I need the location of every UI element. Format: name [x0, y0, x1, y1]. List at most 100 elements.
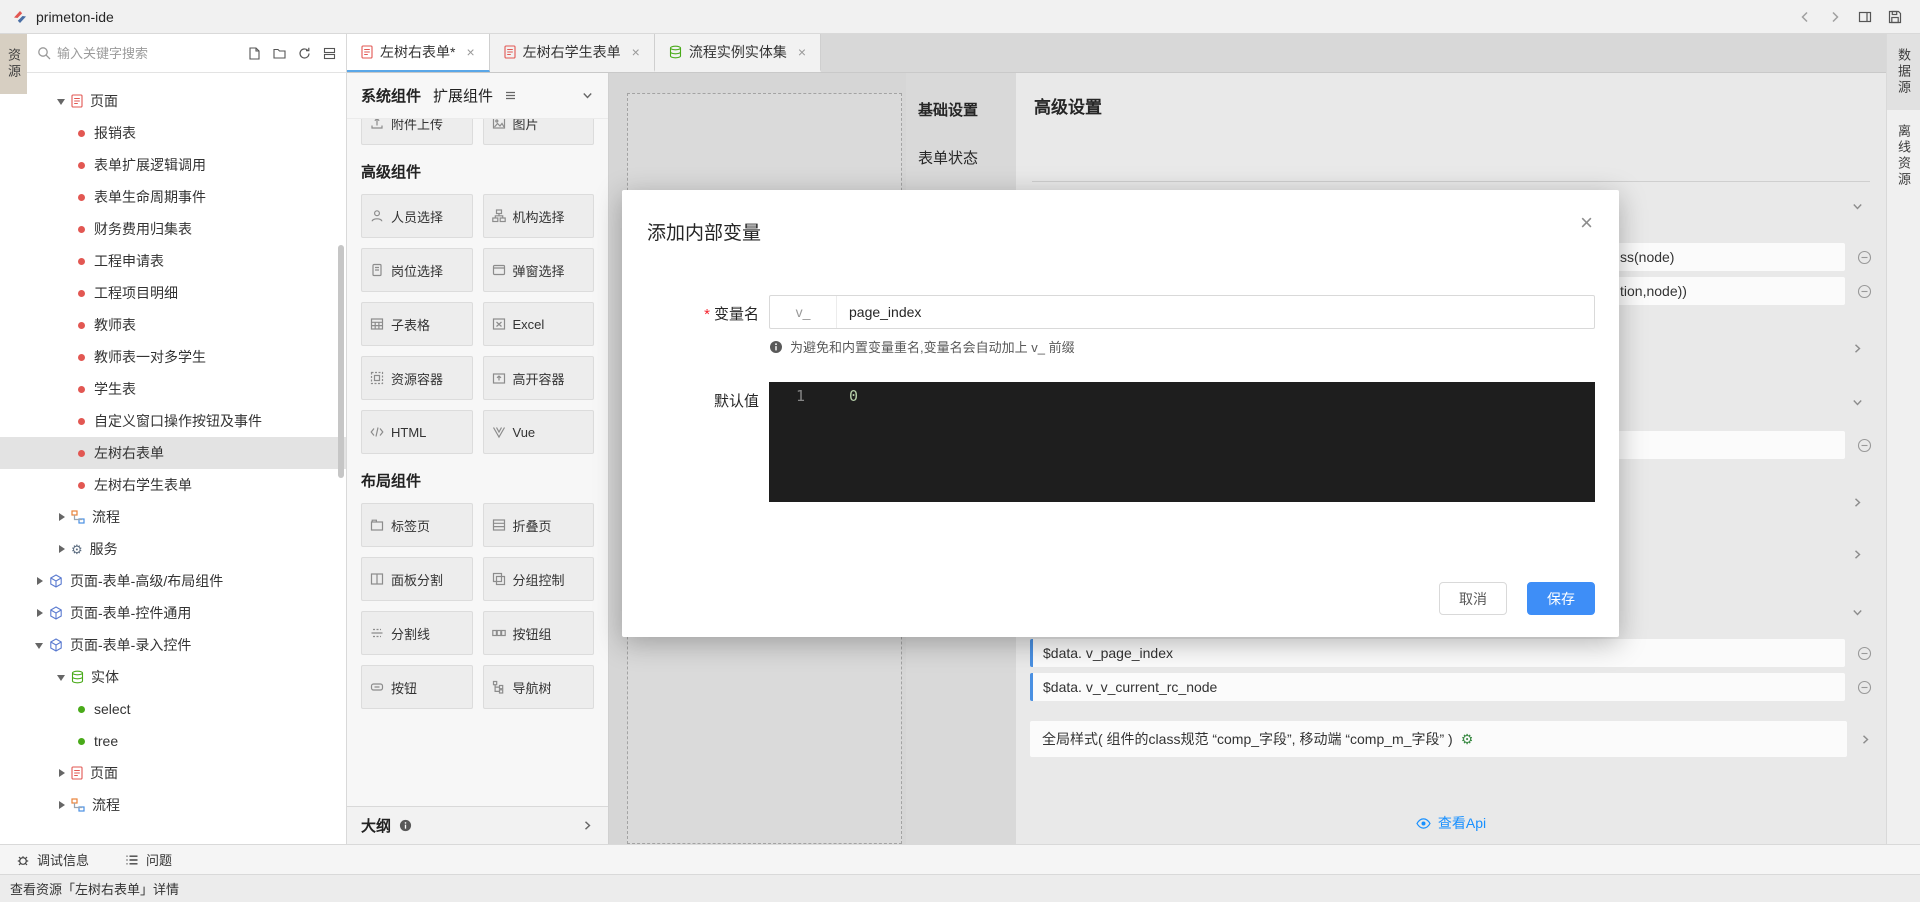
advanced-row[interactable]: $data. v_page_index — [1030, 639, 1872, 667]
component-tile[interactable]: 岗位选择 — [361, 248, 473, 292]
tree-item[interactable]: 教师表一对多学生 — [0, 341, 346, 373]
tree-item[interactable]: 左树右学生表单 — [0, 469, 346, 501]
component-tile[interactable]: 附件上传 — [361, 119, 473, 145]
tree-item[interactable]: 页面-表单-录入控件 — [0, 629, 346, 661]
close-icon[interactable]: × — [798, 44, 806, 60]
caret-right-icon[interactable] — [56, 768, 71, 778]
tab-system-components[interactable]: 系统组件 — [361, 85, 421, 106]
tree-item[interactable]: 报销表 — [0, 117, 346, 149]
new-folder-icon[interactable] — [273, 47, 286, 60]
editor-tab[interactable]: 左树右学生表单× — [490, 34, 655, 72]
tree-item[interactable]: 流程 — [0, 501, 346, 533]
close-icon[interactable]: × — [1580, 210, 1593, 236]
caret-right-icon[interactable] — [56, 512, 71, 522]
caret-down-icon[interactable] — [34, 640, 49, 650]
tree-item[interactable]: 页面 — [0, 757, 346, 789]
advanced-row[interactable]: 全局样式( 组件的class规范 “comp_字段”, 移动端 “comp_m_… — [1030, 721, 1872, 757]
menu-icon[interactable] — [505, 90, 516, 101]
tree-item[interactable]: tree — [0, 725, 346, 757]
collapse-all-icon[interactable] — [323, 47, 336, 60]
editor-content[interactable]: 0 — [819, 382, 858, 502]
caret-right-icon[interactable] — [56, 800, 71, 810]
tree-item[interactable]: 页面 — [0, 85, 346, 117]
debug-bar-tab[interactable]: 问题 — [125, 850, 172, 869]
component-tile[interactable]: 标签页 — [361, 503, 473, 547]
nav-forward-icon[interactable] — [1828, 10, 1842, 24]
caret-down-icon[interactable] — [56, 96, 71, 106]
left-rail-tab-resources[interactable]: 资源 — [0, 34, 27, 94]
close-icon[interactable]: × — [632, 44, 640, 60]
chevron-down-icon[interactable] — [581, 89, 594, 102]
right-rail-tab[interactable]: 数据源 — [1887, 34, 1920, 110]
chevron-right-icon[interactable] — [1859, 733, 1872, 746]
search-box[interactable] — [37, 46, 248, 61]
minus-circle-icon[interactable] — [1857, 646, 1872, 661]
editor-tab[interactable]: 流程实例实体集× — [655, 34, 821, 72]
component-tile[interactable]: 按钮组 — [483, 611, 595, 655]
component-tile[interactable]: 子表格 — [361, 302, 473, 346]
caret-right-icon[interactable] — [34, 608, 49, 618]
component-tile[interactable]: Excel — [483, 302, 595, 346]
new-file-icon[interactable] — [248, 47, 261, 60]
nav-back-icon[interactable] — [1798, 10, 1812, 24]
default-value-editor[interactable]: 1 0 — [769, 382, 1595, 502]
component-tile[interactable]: 弹窗选择 — [483, 248, 595, 292]
cancel-button[interactable]: 取消 — [1439, 582, 1507, 615]
tree-item[interactable]: 工程项目明细 — [0, 277, 346, 309]
settings-nav-item[interactable]: 基础设置 — [906, 99, 1016, 147]
component-tile[interactable]: 图片 — [483, 119, 595, 145]
component-tile[interactable]: 面板分割 — [361, 557, 473, 601]
outline-bar[interactable]: 大纲 — [347, 806, 608, 844]
tree-item[interactable]: 财务费用归集表 — [0, 213, 346, 245]
tree-item[interactable]: 实体 — [0, 661, 346, 693]
minus-circle-icon[interactable] — [1857, 680, 1872, 695]
component-tile[interactable]: 高开容器 — [483, 356, 595, 400]
component-tile[interactable]: 机构选择 — [483, 194, 595, 238]
caret-down-icon[interactable] — [56, 672, 71, 682]
debug-bar-tab[interactable]: 调试信息 — [16, 850, 89, 869]
tree-item[interactable]: 左树右表单 — [0, 437, 346, 469]
caret-right-icon[interactable] — [56, 544, 71, 554]
component-tile[interactable]: 按钮 — [361, 665, 473, 709]
component-tile[interactable]: HTML — [361, 410, 473, 454]
search-input[interactable] — [57, 46, 177, 61]
scrollbar-thumb[interactable] — [338, 245, 344, 478]
component-tile[interactable]: 资源容器 — [361, 356, 473, 400]
refresh-icon[interactable] — [298, 47, 311, 60]
var-name-input[interactable] — [837, 296, 1594, 328]
right-rail-tab[interactable]: 离线资源 — [1887, 110, 1920, 202]
tree-item[interactable]: 学生表 — [0, 373, 346, 405]
tree-item[interactable]: ⚙服务 — [0, 533, 346, 565]
editor-tab[interactable]: 左树右表单*× — [347, 34, 490, 72]
tree-item[interactable]: 页面-表单-高级/布局组件 — [0, 565, 346, 597]
component-tile[interactable]: 导航树 — [483, 665, 595, 709]
component-tile[interactable]: 分组控制 — [483, 557, 595, 601]
tree-item[interactable]: 教师表 — [0, 309, 346, 341]
tree-item[interactable]: 流程 — [0, 789, 346, 821]
component-tile[interactable]: Vue — [483, 410, 595, 454]
save-button[interactable]: 保存 — [1527, 582, 1595, 615]
view-api-link[interactable]: 查看Api — [1016, 813, 1886, 833]
tree-item-label: 页面-表单-控件通用 — [70, 603, 191, 623]
caret-right-icon[interactable] — [34, 576, 49, 586]
layout-toggle-icon[interactable] — [1858, 10, 1872, 24]
minus-circle-icon[interactable] — [1857, 438, 1872, 453]
minus-circle-icon[interactable] — [1857, 250, 1872, 265]
save-layout-icon[interactable] — [1888, 10, 1902, 24]
tree-item[interactable]: 表单生命周期事件 — [0, 181, 346, 213]
close-icon[interactable]: × — [466, 44, 474, 60]
component-tile[interactable]: 分割线 — [361, 611, 473, 655]
tree-item[interactable]: 工程申请表 — [0, 245, 346, 277]
settings-nav-item[interactable]: 表单状态 — [906, 147, 1016, 195]
tab-extended-components[interactable]: 扩展组件 — [433, 85, 493, 106]
tree-item[interactable]: select — [0, 693, 346, 725]
tree-item[interactable]: 自定义窗口操作按钮及事件 — [0, 405, 346, 437]
component-tile[interactable]: 折叠页 — [483, 503, 595, 547]
advanced-row[interactable]: $data. v_v_current_rc_node — [1030, 673, 1872, 701]
eye-icon — [1416, 818, 1431, 829]
tree-item[interactable]: 页面-表单-控件通用 — [0, 597, 346, 629]
chevron-right-icon[interactable] — [581, 819, 594, 832]
component-tile[interactable]: 人员选择 — [361, 194, 473, 238]
minus-circle-icon[interactable] — [1857, 284, 1872, 299]
tree-item[interactable]: 表单扩展逻辑调用 — [0, 149, 346, 181]
